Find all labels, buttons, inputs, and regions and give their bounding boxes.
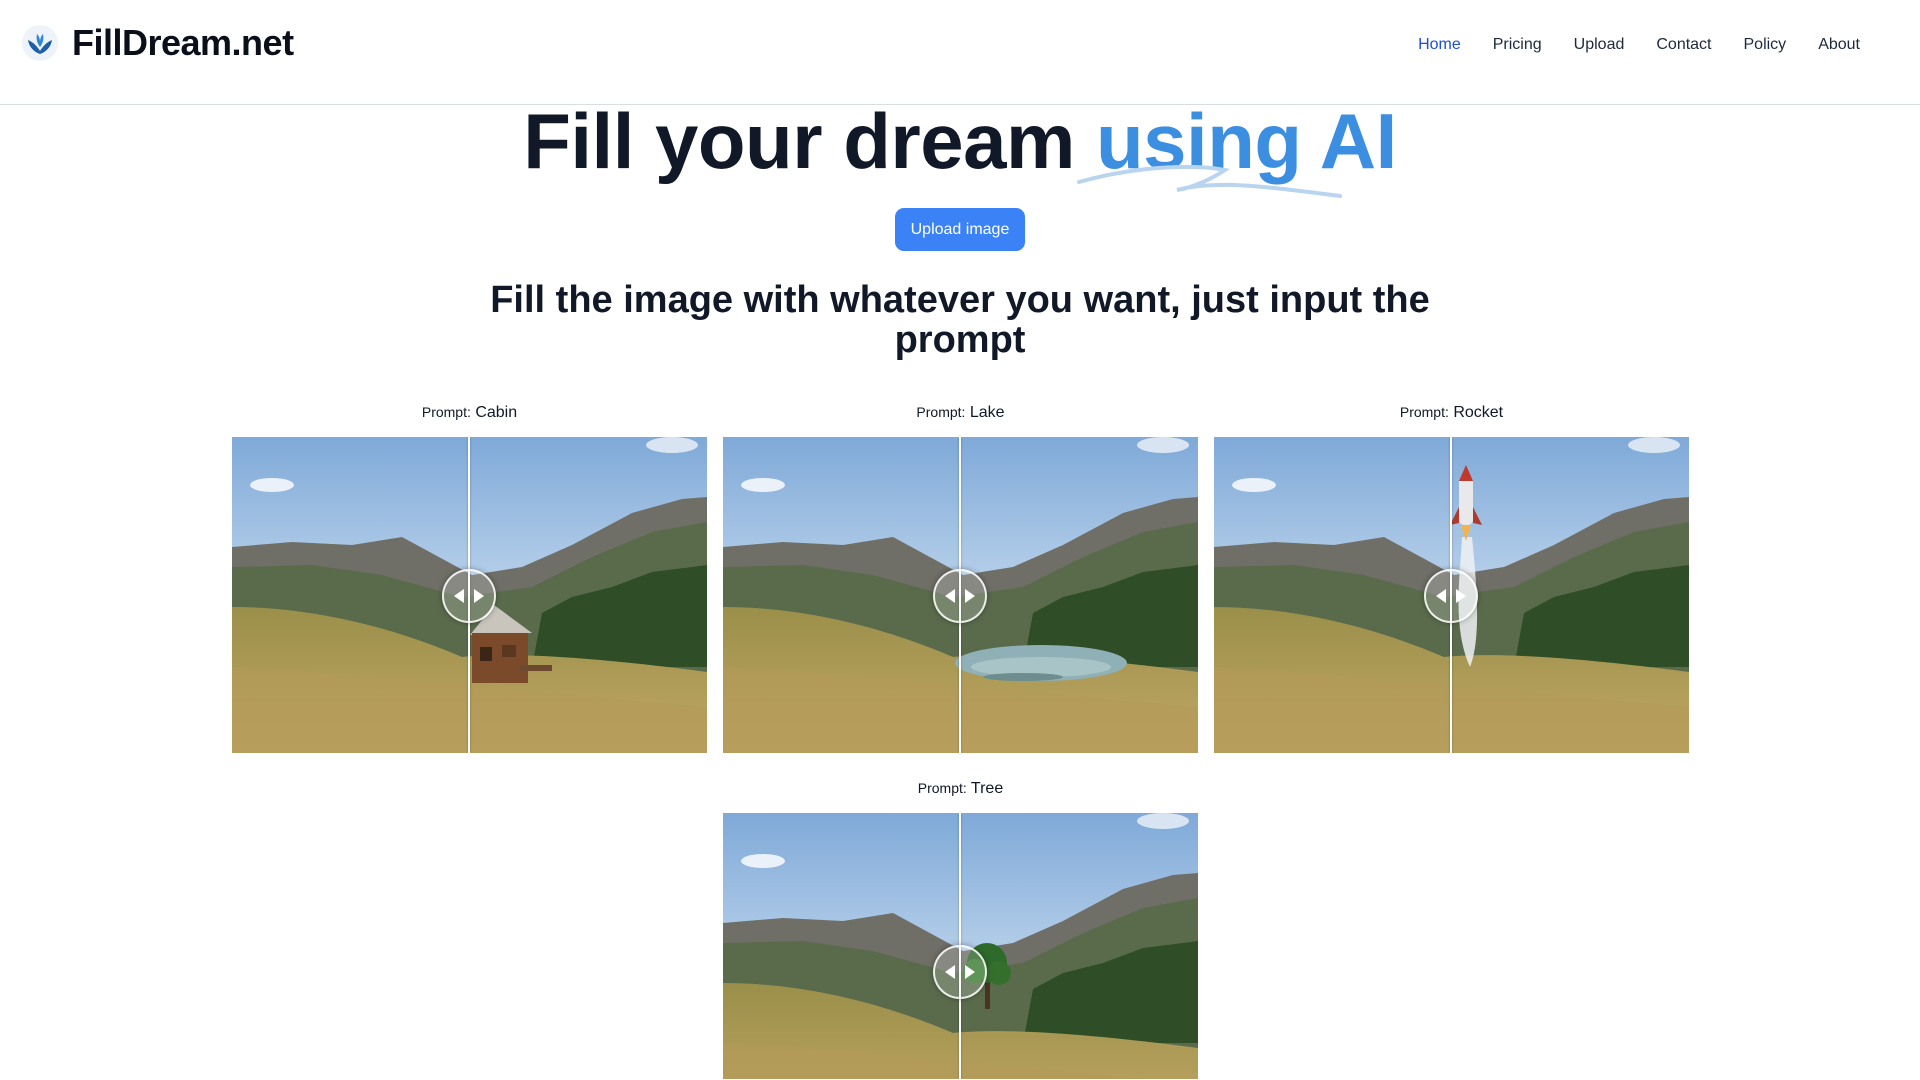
prompt-value: Cabin (475, 404, 518, 421)
prompt-key: Prompt: (1399, 404, 1449, 420)
site-header: FillDream.net Home Pricing Upload Contac… (0, 0, 1920, 105)
hero-title: Fill your dream using AI (0, 96, 1920, 186)
lake-fill (955, 645, 1127, 681)
example-card: Prompt: Cabin (232, 404, 707, 753)
nav-upload[interactable]: Upload (1574, 36, 1625, 54)
brand[interactable]: FillDream.net (22, 22, 294, 64)
arrows-left-right-icon (454, 589, 484, 603)
prompt-caption: Prompt: Rocket (1214, 404, 1689, 426)
nav-about[interactable]: About (1818, 36, 1860, 54)
example-card: Prompt: Rocket (1214, 404, 1689, 753)
prompt-value: Tree (970, 780, 1004, 797)
before-after-slider[interactable] (1214, 437, 1689, 753)
prompt-caption: Prompt: Tree (723, 780, 1198, 802)
slider-handle[interactable] (442, 569, 496, 623)
underline-squiggle-icon (1077, 164, 1342, 198)
lotus-leaf-icon (22, 25, 58, 61)
section-subtitle: Fill the image with whatever you want, j… (490, 279, 1430, 361)
prompt-caption: Prompt: Lake (723, 404, 1198, 426)
brand-name: FillDream.net (72, 22, 294, 63)
slider-handle[interactable] (1424, 569, 1478, 623)
arrows-left-right-icon (1436, 589, 1466, 603)
nav-home[interactable]: Home (1418, 36, 1461, 54)
main-nav: Home Pricing Upload Contact Policy About (1386, 36, 1860, 54)
before-after-slider[interactable] (723, 437, 1198, 753)
nav-policy[interactable]: Policy (1744, 36, 1787, 54)
prompt-value: Lake (969, 404, 1005, 421)
arrows-left-right-icon (945, 965, 975, 979)
before-after-slider[interactable] (232, 437, 707, 753)
nav-contact[interactable]: Contact (1656, 36, 1711, 54)
example-card: Prompt: Lake (723, 404, 1198, 753)
upload-image-button[interactable]: Upload image (895, 208, 1025, 251)
prompt-key: Prompt: (917, 780, 967, 796)
prompt-key: Prompt: (916, 404, 966, 420)
slider-handle[interactable] (933, 945, 987, 999)
arrows-left-right-icon (945, 589, 975, 603)
prompt-value: Rocket (1453, 404, 1504, 421)
prompt-caption: Prompt: Cabin (232, 404, 707, 426)
hero-title-main: Fill your dream (523, 97, 1097, 185)
nav-pricing[interactable]: Pricing (1493, 36, 1542, 54)
example-card: Prompt: Tree (723, 780, 1198, 1079)
prompt-key: Prompt: (421, 404, 471, 420)
slider-handle[interactable] (933, 569, 987, 623)
before-after-slider[interactable] (723, 813, 1198, 1079)
